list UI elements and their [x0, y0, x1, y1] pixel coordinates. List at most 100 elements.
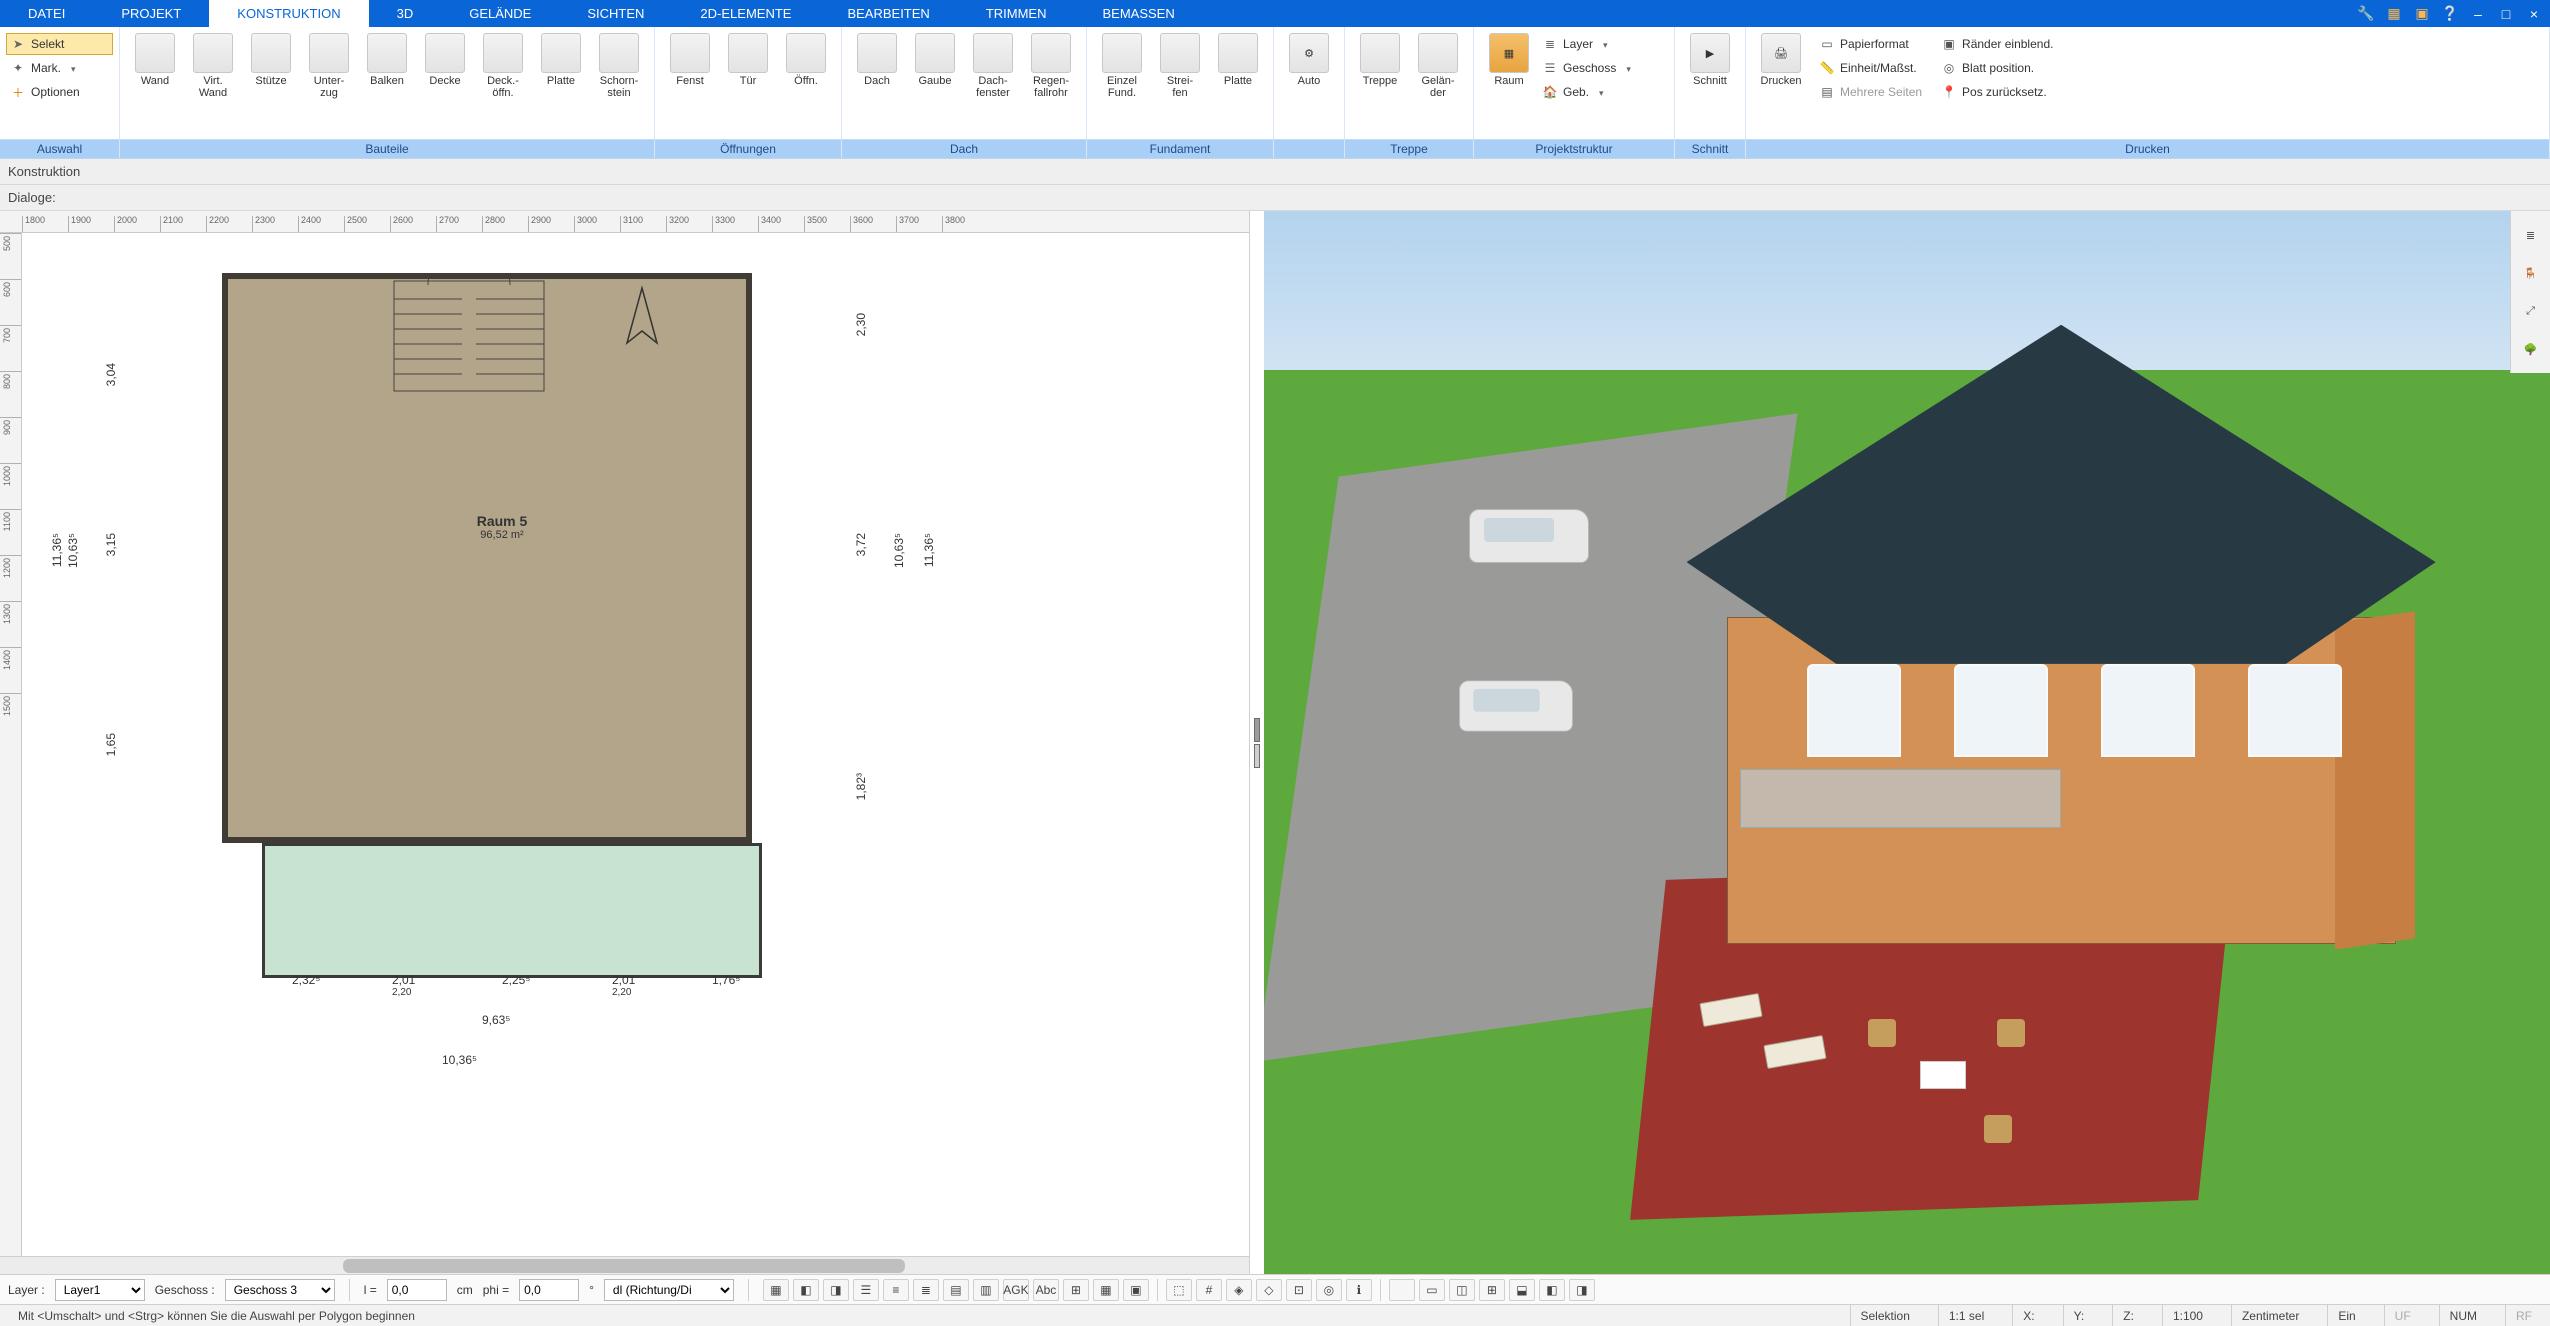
raum-button[interactable]: ▦ Raum	[1480, 29, 1538, 87]
tab-projekt[interactable]: PROJEKT	[93, 0, 209, 27]
oeffnungen-1-button[interactable]: Tür	[719, 29, 777, 87]
mark-button[interactable]: ✦ Mark.	[6, 57, 113, 79]
dach-3-button[interactable]: Regen- fallrohr	[1022, 29, 1080, 99]
mehrere-seiten-button[interactable]: ▤Mehrere Seiten	[1816, 81, 1926, 103]
minimize-icon[interactable]: –	[2468, 4, 2488, 24]
mini-icon-3[interactable]: ☰	[853, 1279, 879, 1301]
treppe-1-button[interactable]: Gelän- der	[1409, 29, 1467, 99]
tab-gelaende[interactable]: GELÄNDE	[441, 0, 559, 27]
cursor-icon: ➤	[11, 37, 25, 51]
fundament-1-button[interactable]: Strei- fen	[1151, 29, 1209, 99]
mini-icon-5[interactable]: ≣	[913, 1279, 939, 1301]
mini-icon-24[interactable]: ⬓	[1509, 1279, 1535, 1301]
mini-icon-22[interactable]: ◫	[1449, 1279, 1475, 1301]
mini-icon-17[interactable]: ⊡	[1286, 1279, 1312, 1301]
dach-2-button[interactable]: Dach- fenster	[964, 29, 1022, 99]
bauteile-6-button[interactable]: Deck.- öffn.	[474, 29, 532, 99]
mini-icon-0[interactable]: ▦	[763, 1279, 789, 1301]
help-icon[interactable]: ❔	[2440, 4, 2460, 24]
layers-icon[interactable]: ≣	[2517, 221, 2545, 249]
mini-icon-14[interactable]: #	[1196, 1279, 1222, 1301]
einheit-button[interactable]: 📏Einheit/Maßst.	[1816, 57, 1926, 79]
bauteile-8-label: Schorn- stein	[600, 75, 639, 99]
orbit-icon[interactable]: ⤢	[2517, 297, 2545, 325]
mini-icon-9[interactable]: Abc	[1033, 1279, 1059, 1301]
layer-select[interactable]: Layer1	[55, 1279, 145, 1301]
schnitt-button[interactable]: ▶ Schnitt	[1681, 29, 1739, 87]
plan-canvas[interactable]: Raum 5 96,52 m² 10,36⁵ 9,63⁵ 2,01 2,20 2…	[22, 233, 1249, 1256]
tab-3d[interactable]: 3D	[369, 0, 442, 27]
tools-icon[interactable]: 🔧	[2356, 4, 2376, 24]
mini-icon-21[interactable]: ▭	[1419, 1279, 1445, 1301]
restore-icon[interactable]: □	[2496, 4, 2516, 24]
raender-button[interactable]: ▣Ränder einblend.	[1938, 33, 2057, 55]
oeffnungen-2-button[interactable]: Öffn.	[777, 29, 835, 87]
options-button[interactable]: ＋ Optionen	[6, 81, 113, 103]
layer-button[interactable]: ≣ Layer	[1538, 33, 1668, 55]
length-input[interactable]	[387, 1279, 447, 1301]
oeffnungen-0-button[interactable]: Fenst	[661, 29, 719, 87]
mini-icon-7[interactable]: ▥	[973, 1279, 999, 1301]
bauteile-3-button[interactable]: Unter- zug	[300, 29, 358, 99]
plan-scrollbar[interactable]	[0, 1256, 1249, 1274]
mini-icon-2[interactable]: ◨	[823, 1279, 849, 1301]
box-icon[interactable]: ▦	[2384, 4, 2404, 24]
oeffnungen-0-label: Fenst	[676, 75, 704, 87]
phi-input[interactable]	[519, 1279, 579, 1301]
mini-icon-4[interactable]: ≡	[883, 1279, 909, 1301]
drucken-button[interactable]: 🖨 Drucken	[1752, 29, 1810, 87]
bauteile-1-button[interactable]: Virt. Wand	[184, 29, 242, 99]
dach-1-button[interactable]: Gaube	[906, 29, 964, 87]
dach-0-button[interactable]: Dach	[848, 29, 906, 87]
close-icon[interactable]: ×	[2524, 4, 2544, 24]
mini-icon-6[interactable]: ▤	[943, 1279, 969, 1301]
bauteile-2-button[interactable]: Stütze	[242, 29, 300, 87]
mini-icon-11[interactable]: ▦	[1093, 1279, 1119, 1301]
mini-icon-23[interactable]: ⊞	[1479, 1279, 1505, 1301]
screen-icon[interactable]: ▣	[2412, 4, 2432, 24]
tree-icon[interactable]: 🌳	[2517, 335, 2545, 363]
tab-konstruktion[interactable]: KONSTRUKTION	[209, 0, 368, 27]
geschoss-button[interactable]: ☰ Geschoss	[1538, 57, 1668, 79]
treppe-0-button[interactable]: Treppe	[1351, 29, 1409, 87]
mini-icon-8[interactable]: AGK	[1003, 1279, 1029, 1301]
splitter[interactable]	[1250, 211, 1264, 1274]
blatt-pos-button[interactable]: ◎Blatt position.	[1938, 57, 2057, 79]
mini-icon-13[interactable]: ⬚	[1166, 1279, 1192, 1301]
geschoss-select[interactable]: Geschoss 3	[225, 1279, 335, 1301]
mini-icon-26[interactable]: ◨	[1569, 1279, 1595, 1301]
tab-bemassen[interactable]: BEMASSEN	[1074, 0, 1202, 27]
bauteile-8-button[interactable]: Schorn- stein	[590, 29, 648, 99]
mini-icon-15[interactable]: ◈	[1226, 1279, 1252, 1301]
bauteile-4-button[interactable]: Balken	[358, 29, 416, 87]
pos-reset-button[interactable]: 📍Pos zurücksetz.	[1938, 81, 2057, 103]
tab-sichten[interactable]: SICHTEN	[559, 0, 672, 27]
furniture-icon[interactable]: 🪑	[2517, 259, 2545, 287]
mini-icon-12[interactable]: ▣	[1123, 1279, 1149, 1301]
auto-button[interactable]: ⚙ Auto	[1280, 29, 1338, 87]
bauteile-7-button[interactable]: Platte	[532, 29, 590, 87]
tab-2d-elemente[interactable]: 2D-ELEMENTE	[672, 0, 819, 27]
tab-datei[interactable]: DATEI	[0, 0, 93, 27]
pane-3d[interactable]: ≣ 🪑 ⤢ 🌳	[1264, 211, 2550, 1274]
mini-icon-1[interactable]: ◧	[793, 1279, 819, 1301]
bauteile-5-button[interactable]: Decke	[416, 29, 474, 87]
mini-icon-18[interactable]: ◎	[1316, 1279, 1342, 1301]
bauteile-0-button[interactable]: Wand	[126, 29, 184, 87]
tab-trimmen[interactable]: TRIMMEN	[958, 0, 1075, 27]
fundament-0-button[interactable]: Einzel Fund.	[1093, 29, 1151, 99]
mini-icon-16[interactable]: ◇	[1256, 1279, 1282, 1301]
mini-icon-20[interactable]	[1389, 1279, 1415, 1301]
mini-icon-19[interactable]: ℹ	[1346, 1279, 1372, 1301]
fundament-2-button[interactable]: Platte	[1209, 29, 1267, 87]
mini-icon-10[interactable]: ⊞	[1063, 1279, 1089, 1301]
geb-button[interactable]: 🏠 Geb.	[1538, 81, 1668, 103]
mode-select[interactable]: dl (Richtung/Di	[604, 1279, 734, 1301]
tab-bearbeiten[interactable]: BEARBEITEN	[819, 0, 957, 27]
papierformat-button[interactable]: ▭Papierformat	[1816, 33, 1926, 55]
ruler-icon: 📏	[1820, 61, 1834, 75]
layer-icon: ≣	[1543, 37, 1557, 51]
mini-icon-25[interactable]: ◧	[1539, 1279, 1565, 1301]
phi-label: phi =	[483, 1283, 509, 1297]
select-button[interactable]: ➤ Selekt	[6, 33, 113, 55]
